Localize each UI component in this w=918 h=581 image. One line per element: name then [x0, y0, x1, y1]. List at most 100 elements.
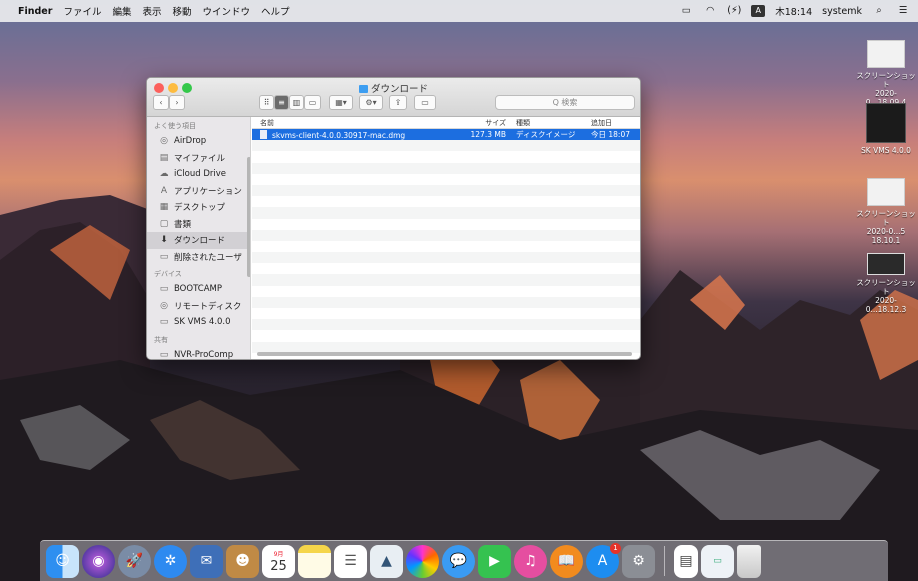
sidebar-item-sk-vms[interactable]: ▭ SK VMS 4.0.0 — [147, 314, 250, 331]
search-field[interactable]: Q 検索 — [495, 95, 635, 110]
finder-icon[interactable]: ☺ — [46, 544, 79, 578]
sidebar-section-shared: 共有 — [154, 335, 168, 344]
view-list-button[interactable]: ≡ — [274, 95, 289, 110]
notes-icon[interactable] — [298, 544, 331, 578]
column-name[interactable]: 名前 — [252, 118, 458, 128]
airplay-icon[interactable]: ▭ — [679, 5, 693, 17]
airdrop-icon: ◎ — [160, 136, 168, 147]
forward-button[interactable]: › — [169, 95, 185, 110]
cloud-icon: ☁ — [159, 169, 169, 180]
app-store-icon[interactable]: A1 — [586, 542, 621, 578]
action-gear-button[interactable]: ⚙▾ — [359, 95, 383, 110]
sidebar-item-documents[interactable]: ▢ 書類 — [147, 216, 250, 233]
file-row[interactable]: skvms-client-4.0.0.30917-mac.dmg 127.3 M… — [252, 129, 640, 141]
back-button[interactable]: ‹ — [153, 95, 169, 110]
sidebar-item-desktop[interactable]: ▦ デスクトップ — [147, 199, 250, 216]
file-size: 127.3 MB — [470, 130, 506, 140]
menu-window[interactable]: ウインドウ — [203, 4, 251, 18]
calendar-day: 25 — [270, 559, 287, 574]
sidebar-item-applications[interactable]: A アプリケーション — [147, 183, 250, 200]
column-date-added[interactable]: 追加日 — [585, 118, 612, 128]
siri-icon[interactable]: ◉ — [82, 544, 115, 578]
menu-clock[interactable]: 木18:14 — [775, 4, 812, 18]
notification-center-icon[interactable]: ☰ — [896, 5, 910, 17]
file-rows: skvms-client-4.0.0.30917-mac.dmg 127.3 M… — [252, 129, 640, 353]
desktop-item-sk-vms-disk[interactable]: SK VMS 4.0.0 — [856, 103, 916, 155]
sidebar-item-downloads[interactable]: ⬇ ダウンロード — [147, 232, 250, 249]
menu-file[interactable]: ファイル — [63, 4, 101, 18]
launchpad-icon[interactable]: 🚀 — [118, 544, 151, 578]
sidebar-item-my-files[interactable]: ▤ マイファイル — [147, 150, 250, 167]
sidebar-item-label: NVR-ProComp — [174, 349, 234, 359]
window-title-text: ダウンロード — [370, 84, 428, 95]
facetime-icon[interactable]: ▶ — [478, 544, 511, 578]
window-title: ダウンロード — [147, 81, 640, 95]
wifi-icon[interactable]: ◠ — [703, 5, 717, 17]
safari-icon[interactable]: ✲ — [154, 544, 187, 578]
spotlight-icon[interactable]: ⌕ — [872, 5, 886, 17]
empty-row — [252, 263, 640, 274]
sidebar-item-label: SK VMS 4.0.0 — [174, 317, 231, 328]
sidebar-item-label: アプリケーション — [174, 186, 242, 197]
horizontal-scrollbar[interactable] — [257, 352, 632, 356]
app-store-badge: 1 — [610, 542, 621, 554]
view-gallery-button[interactable]: ▭ — [304, 95, 321, 110]
folder-icon: ▭ — [159, 251, 169, 262]
battery-icon[interactable]: (⚡) — [727, 5, 741, 17]
column-kind[interactable]: 種類 — [510, 118, 585, 128]
empty-row — [252, 207, 640, 219]
sidebar-item-label: AirDrop — [174, 136, 207, 147]
desktop-item-screenshot-1[interactable]: スクリーンショット 2020-0...18.09.4 — [856, 40, 916, 107]
desktop-item-label: SK VMS 4.0.0 — [861, 146, 911, 155]
menu-go[interactable]: 移動 — [172, 4, 191, 18]
sidebar-item-bootcamp[interactable]: ▭ BOOTCAMP — [147, 281, 250, 298]
input-source-icon[interactable]: A — [751, 5, 766, 17]
menu-view[interactable]: 表示 — [142, 4, 161, 18]
sidebar-item-deleted-users[interactable]: ▭ 削除されたユーザ — [147, 249, 250, 266]
view-columns-button[interactable]: ▥ — [289, 95, 304, 110]
itunes-icon[interactable]: ♫ — [514, 544, 547, 578]
menu-edit[interactable]: 編集 — [112, 4, 131, 18]
dmg-file-icon — [260, 129, 267, 139]
calendar-icon[interactable]: 9月 25 — [262, 544, 295, 578]
sidebar-item-remote-disc[interactable]: ◎ リモートディスク — [147, 298, 250, 315]
sidebar-scrollbar[interactable] — [247, 157, 250, 277]
window-toolbar: ダウンロード ‹ › ⠿ ≡ ▥ ▭ ▦▾ ⚙▾ ⇪ ▭ Q 検索 — [147, 78, 640, 117]
screenshot-thumbnail-icon — [867, 40, 905, 68]
sidebar-item-airdrop[interactable]: ◎ AirDrop — [147, 133, 250, 150]
dock: ☺ ◉ 🚀 ✲ ✉ ☻ 9月 25 ☰ ▲ 💬 ▶ ♫ 📖 A1 ⚙ ▤ ▭ — [40, 540, 888, 581]
empty-row — [252, 162, 640, 174]
empty-row — [252, 184, 640, 197]
column-size[interactable]: サイズ — [458, 118, 510, 128]
ibooks-icon[interactable]: 📖 — [550, 544, 583, 578]
arrange-button[interactable]: ▦▾ — [329, 95, 353, 110]
desktop-item-sublabel: 2020-0...5 18.10.1 — [866, 227, 906, 245]
sidebar-item-label: iCloud Drive — [174, 169, 227, 180]
system-preferences-icon[interactable]: ⚙ — [622, 544, 655, 578]
photos-icon[interactable] — [406, 544, 439, 578]
menu-user[interactable]: systemk — [822, 6, 862, 17]
menu-bar: Finder ファイル 編集 表示 移動 ウインドウ ヘルプ ▭ ◠ (⚡) A… — [0, 0, 918, 22]
sidebar-item-icloud-drive[interactable]: ☁ iCloud Drive — [147, 166, 250, 183]
view-icon-button[interactable]: ⠿ — [259, 95, 274, 110]
messages-icon[interactable]: 💬 — [442, 544, 475, 578]
share-button[interactable]: ⇪ — [389, 95, 407, 110]
empty-row — [252, 274, 640, 286]
desktop-item-screenshot-2[interactable]: スクリーンショット 2020-0...5 18.10.1 — [856, 178, 916, 245]
sidebar-item-nvr[interactable]: ▭ NVR-ProComp — [147, 347, 250, 359]
search-placeholder: Q 検索 — [552, 98, 578, 107]
trash-icon[interactable] — [737, 544, 761, 578]
document-icon[interactable]: ▤ — [674, 544, 698, 578]
reminders-icon[interactable]: ☰ — [334, 544, 367, 578]
downloads-stack-icon[interactable]: ▭ — [701, 544, 734, 578]
tags-button[interactable]: ▭ — [414, 95, 436, 110]
menu-app-name[interactable]: Finder — [18, 6, 52, 17]
empty-row — [252, 252, 640, 264]
desktop-item-screenshot-3[interactable]: スクリーンショット 2020-0...18.12.3 — [856, 253, 916, 314]
menu-help[interactable]: ヘルプ — [261, 4, 290, 18]
sidebar-section-devices: デバイス — [154, 270, 182, 278]
preview-icon[interactable]: ▲ — [370, 544, 403, 578]
contacts-icon[interactable]: ☻ — [226, 544, 259, 578]
photo-browser-icon[interactable]: ✉ — [190, 544, 223, 578]
empty-row — [252, 219, 640, 230]
